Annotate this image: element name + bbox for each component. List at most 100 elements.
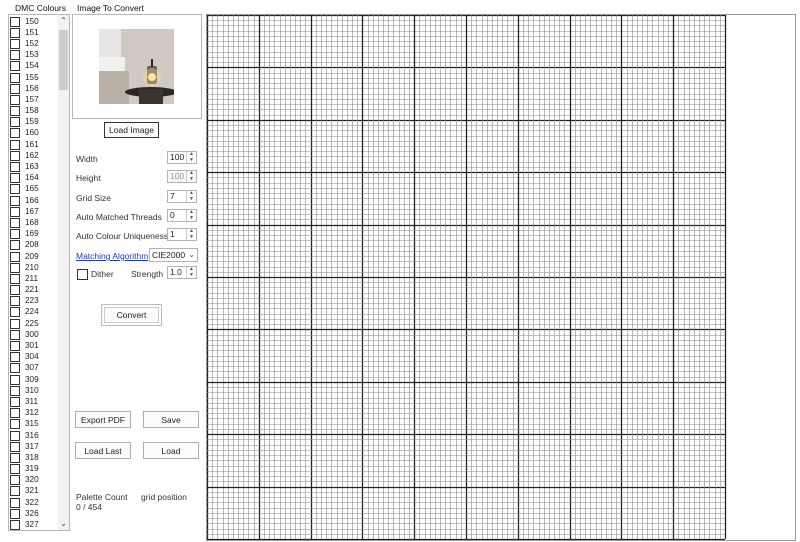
auto-matched-threads-spinner[interactable]: 0 ▲ ▼ xyxy=(167,209,197,222)
dmc-colour-item[interactable]: 160 xyxy=(10,128,56,139)
dmc-colour-checkbox[interactable] xyxy=(10,173,20,184)
dmc-colour-checkbox[interactable] xyxy=(10,452,20,463)
dmc-colour-checkbox[interactable] xyxy=(10,363,20,374)
dmc-colour-item[interactable]: 155 xyxy=(10,72,56,83)
dmc-colour-checkbox[interactable] xyxy=(10,508,20,519)
dmc-colour-item[interactable]: 156 xyxy=(10,83,56,94)
dmc-colour-checkbox[interactable] xyxy=(10,72,20,83)
dmc-colour-checkbox[interactable] xyxy=(10,240,20,251)
dmc-colour-item[interactable]: 157 xyxy=(10,94,56,105)
dmc-colour-checkbox[interactable] xyxy=(10,38,20,49)
dmc-colour-item[interactable]: 225 xyxy=(10,318,56,329)
convert-button[interactable]: Convert xyxy=(101,304,162,326)
chevron-up-icon[interactable]: ⌃ xyxy=(58,15,69,27)
dmc-colour-item[interactable]: 151 xyxy=(10,27,56,38)
dmc-colour-item[interactable]: 320 xyxy=(10,475,56,486)
dmc-colour-checkbox[interactable] xyxy=(10,486,20,497)
dmc-colour-item[interactable]: 152 xyxy=(10,38,56,49)
dmc-colour-checkbox[interactable] xyxy=(10,94,20,105)
dmc-colour-item[interactable]: 223 xyxy=(10,296,56,307)
dmc-colour-item[interactable]: 161 xyxy=(10,139,56,150)
dmc-colour-item[interactable]: 301 xyxy=(10,340,56,352)
spinner-arrows-icon[interactable]: ▲ ▼ xyxy=(186,266,196,278)
dmc-colour-item[interactable]: 221 xyxy=(10,285,56,296)
dmc-colour-item[interactable]: 153 xyxy=(10,50,56,61)
dmc-colour-item[interactable]: 164 xyxy=(10,173,56,184)
dmc-colour-checkbox[interactable] xyxy=(10,61,20,72)
spinner-arrows-icon[interactable]: ▲ ▼ xyxy=(186,209,196,221)
pattern-grid-canvas[interactable] xyxy=(206,14,796,541)
dmc-colour-item[interactable]: 163 xyxy=(10,161,56,173)
dmc-colour-item[interactable]: 211 xyxy=(10,273,56,284)
dmc-colour-checkbox[interactable] xyxy=(10,273,20,284)
dmc-colour-item[interactable]: 311 xyxy=(10,396,56,407)
pattern-grid[interactable] xyxy=(207,15,795,540)
dmc-colour-checkbox[interactable] xyxy=(10,329,20,340)
dmc-colour-item[interactable]: 322 xyxy=(10,497,56,508)
dmc-colour-checkbox[interactable] xyxy=(10,430,20,441)
dmc-colour-item[interactable]: 312 xyxy=(10,408,56,419)
dmc-colour-checkbox[interactable] xyxy=(10,352,20,363)
dmc-colour-item[interactable]: 150 xyxy=(10,16,56,27)
dmc-colour-item[interactable]: 321 xyxy=(10,486,56,497)
dmc-colour-item[interactable]: 318 xyxy=(10,452,56,463)
dmc-colour-item[interactable]: 162 xyxy=(10,150,56,161)
dmc-colour-item[interactable]: 326 xyxy=(10,508,56,519)
dmc-colour-checkbox[interactable] xyxy=(10,206,20,217)
dmc-colour-item[interactable]: 300 xyxy=(10,329,56,340)
dither-checkbox[interactable] xyxy=(77,269,88,280)
dmc-colour-checkbox[interactable] xyxy=(10,285,20,296)
dmc-colour-checkbox[interactable] xyxy=(10,385,20,396)
dmc-colour-item[interactable]: 224 xyxy=(10,307,56,318)
dmc-colour-checkbox[interactable] xyxy=(10,162,20,173)
dmc-colour-checkbox[interactable] xyxy=(10,106,20,117)
dmc-colour-checkbox[interactable] xyxy=(10,374,20,385)
dmc-colour-checkbox[interactable] xyxy=(10,262,20,273)
dmc-colour-item[interactable]: 310 xyxy=(10,385,56,396)
chevron-down-icon[interactable]: ⌄ xyxy=(58,518,69,530)
dmc-colour-item[interactable]: 315 xyxy=(10,419,56,430)
spinner-arrows-icon[interactable]: ▲ ▼ xyxy=(186,151,196,163)
dmc-colour-checkbox[interactable] xyxy=(10,128,20,139)
dmc-colour-checkbox[interactable] xyxy=(10,195,20,206)
dmc-colour-item[interactable]: 158 xyxy=(10,106,56,117)
dmc-colour-item[interactable]: 327 xyxy=(10,519,56,530)
dmc-colour-checkbox[interactable] xyxy=(10,184,20,195)
auto-colour-uniqueness-spinner[interactable]: 1 ▲ ▼ xyxy=(167,228,197,241)
dmc-colour-item[interactable]: 165 xyxy=(10,184,56,195)
dmc-colour-checkbox[interactable] xyxy=(10,475,20,486)
dmc-colour-checkbox[interactable] xyxy=(10,16,20,27)
dmc-colour-checkbox[interactable] xyxy=(10,464,20,475)
grid-size-spinner[interactable]: 7 ▲ ▼ xyxy=(167,190,197,203)
load-last-button[interactable]: Load Last xyxy=(75,442,131,459)
dmc-colour-checkbox[interactable] xyxy=(10,318,20,329)
dmc-colour-item[interactable]: 316 xyxy=(10,430,56,441)
dmc-colour-checkbox[interactable] xyxy=(10,408,20,419)
dmc-colour-checkbox[interactable] xyxy=(10,251,20,262)
dmc-colour-item[interactable]: 210 xyxy=(10,262,56,273)
dmc-colour-checkbox[interactable] xyxy=(10,396,20,407)
dmc-colour-checkbox[interactable] xyxy=(10,296,20,307)
scrollbar-thumb[interactable] xyxy=(59,30,68,90)
dmc-colour-item[interactable]: 167 xyxy=(10,206,56,217)
dmc-colour-checkbox[interactable] xyxy=(10,139,20,150)
dmc-colour-list[interactable]: 150 151 152 153 154 155 156 157 158 159 160 161 162 1… xyxy=(8,14,70,531)
dmc-colour-item[interactable]: 209 xyxy=(10,251,56,262)
save-button[interactable]: Save xyxy=(143,411,199,428)
dmc-colour-checkbox[interactable] xyxy=(10,341,20,352)
export-pdf-button[interactable]: Export PDF xyxy=(75,411,131,428)
dmc-colour-item[interactable]: 319 xyxy=(10,464,56,475)
dmc-colour-item[interactable]: 159 xyxy=(10,117,56,128)
dmc-colour-checkbox[interactable] xyxy=(10,419,20,430)
dmc-colour-checkbox[interactable] xyxy=(10,441,20,452)
dmc-colour-item[interactable]: 168 xyxy=(10,217,56,228)
dmc-colour-checkbox[interactable] xyxy=(10,520,20,530)
dmc-colour-checkbox[interactable] xyxy=(10,217,20,228)
chevron-down-icon[interactable]: ⌄ xyxy=(188,249,195,261)
strength-spinner[interactable]: 1.0 ▲ ▼ xyxy=(167,266,197,279)
dmc-colour-checkbox[interactable] xyxy=(10,150,20,161)
dmc-colour-checkbox[interactable] xyxy=(10,497,20,508)
spinner-arrows-icon[interactable]: ▲ ▼ xyxy=(186,190,196,202)
dmc-colour-item[interactable]: 307 xyxy=(10,363,56,374)
dmc-colour-checkbox[interactable] xyxy=(10,50,20,61)
